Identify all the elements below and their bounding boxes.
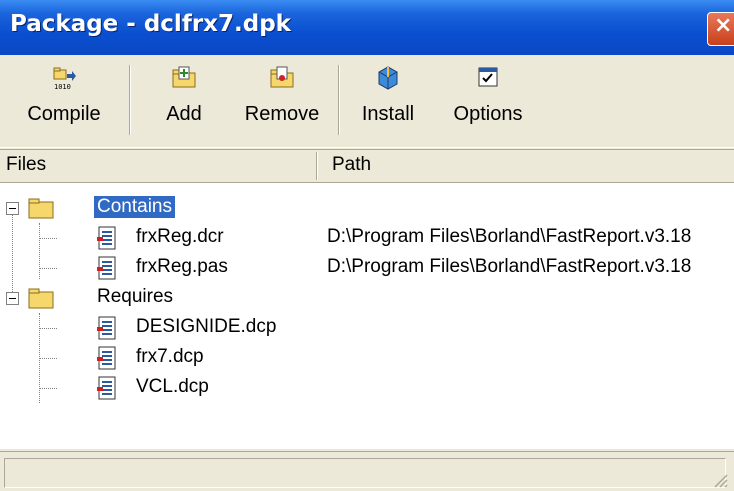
tree-item-file[interactable]: VCL.dcp [0,373,734,403]
compile-icon: 1010 [53,67,76,91]
file-path: D:\Program Files\Borland\FastReport.v3.1… [327,256,692,277]
title-bar[interactable]: Package - dclfrx7.dpk × [0,0,734,55]
remove-label: Remove [244,103,320,125]
package-window: Package - dclfrx7.dpk × 1010 Compile Add [0,0,734,491]
column-divider[interactable] [316,152,318,180]
remove-button[interactable]: Remove [232,63,332,139]
files-column-header[interactable]: Files [6,154,46,176]
install-icon [378,66,398,90]
file-name: frxReg.dcr [136,226,224,247]
status-panel [4,458,726,488]
tree-item-file[interactable]: DESIGNIDE.dcp [0,313,734,343]
toolbar-separator [338,65,340,135]
install-button[interactable]: Install [346,63,430,139]
tree-node-contains[interactable]: Contains [0,193,734,223]
package-tree[interactable]: Contains frxReg.dcr D:\Program Files\Bor… [0,183,734,449]
close-button[interactable]: × [707,12,734,46]
file-icon [97,226,116,250]
window-title: Package - dclfrx7.dpk [10,11,291,37]
file-name: DESIGNIDE.dcp [136,316,277,337]
compile-button[interactable]: 1010 Compile [8,63,120,139]
file-name: VCL.dcp [136,376,209,397]
file-name: frx7.dcp [136,346,204,367]
column-header: Files Path [0,149,734,183]
options-icon [478,67,498,87]
svg-text:1010: 1010 [54,83,71,91]
status-bar [0,451,734,491]
file-path: D:\Program Files\Borland\FastReport.v3.1… [327,226,692,247]
folder-icon [28,198,54,219]
tree-node-label[interactable]: Requires [97,286,173,308]
file-icon [97,376,116,400]
options-button[interactable]: Options [438,63,538,139]
add-button[interactable]: Add [140,63,228,139]
collapse-toggle[interactable] [6,202,19,215]
toolbar-separator [129,65,131,135]
remove-icon [270,66,294,88]
file-name: frxReg.pas [136,256,228,277]
file-icon [97,316,116,340]
file-icon [97,346,116,370]
tree-item-file[interactable]: frxReg.pas D:\Program Files\Borland\Fast… [0,253,734,283]
options-label: Options [453,103,523,125]
add-label: Add [166,103,202,125]
path-column-header[interactable]: Path [332,154,371,176]
tree-node-label[interactable]: Contains [94,196,175,218]
install-label: Install [361,103,415,125]
tree-item-file[interactable]: frx7.dcp [0,343,734,373]
tree-item-file[interactable]: frxReg.dcr D:\Program Files\Borland\Fast… [0,223,734,253]
compile-label: Compile [27,103,101,125]
file-icon [97,256,116,280]
add-icon [172,66,196,88]
tree-node-requires[interactable]: Requires [0,283,734,313]
collapse-toggle[interactable] [6,292,19,305]
resize-grip-icon[interactable] [710,470,728,488]
close-icon: × [714,13,733,38]
folder-icon [28,288,54,309]
toolbar: 1010 Compile Add Remove Install Options [0,55,734,148]
